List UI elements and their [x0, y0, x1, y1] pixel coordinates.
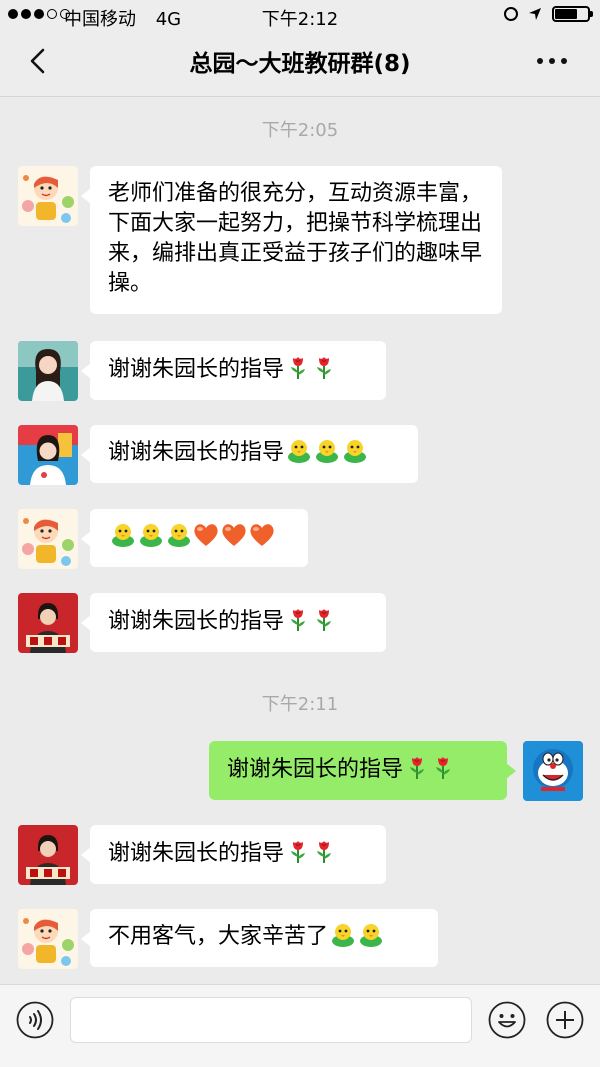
- more-icon[interactable]: [532, 48, 572, 74]
- message-text: 不用客气，大家辛苦了: [108, 924, 329, 949]
- location-icon: [529, 8, 541, 20]
- message-bubble[interactable]: 谢谢朱园长的指导: [81, 341, 386, 400]
- avatar-cartoon-kids[interactable]: [18, 166, 78, 226]
- message-bubble[interactable]: 谢谢朱园长的指导: [81, 425, 418, 483]
- message-text: 老师们准备的很充分，互动资源丰富，下面大家一起努力，把操节科学梳理出来，编排出真…: [108, 181, 483, 296]
- chick-emoji: [358, 922, 384, 948]
- chick-emoji: [166, 522, 192, 548]
- rose-emoji: [286, 838, 310, 864]
- rotation-lock-icon: [504, 7, 518, 21]
- chick-emoji: [110, 522, 136, 548]
- rose-emoji: [312, 606, 336, 632]
- message-text: 谢谢朱园长的指导: [108, 841, 285, 866]
- status-icons: [504, 6, 593, 22]
- heart-emoji: [220, 522, 248, 548]
- plus-icon[interactable]: [546, 1001, 584, 1039]
- my-avatar-doraemon[interactable]: [523, 741, 583, 801]
- rose-emoji: [312, 838, 336, 864]
- avatar-girl-photo[interactable]: [18, 341, 78, 401]
- my-message-bubble[interactable]: 谢谢朱园长的指导: [209, 741, 516, 800]
- avatar-man-photo[interactable]: [18, 593, 78, 653]
- rose-emoji: [431, 754, 455, 780]
- message-input[interactable]: [70, 997, 472, 1043]
- rose-emoji: [286, 606, 310, 632]
- message-text: 谢谢朱园长的指导: [108, 440, 285, 465]
- time-separator: 下午2:11: [261, 694, 339, 715]
- message-text: 谢谢朱园长的指导: [108, 357, 285, 382]
- message-bubble[interactable]: 老师们准备的很充分，互动资源丰富，下面大家一起努力，把操节科学梳理出来，编排出真…: [81, 166, 502, 314]
- chick-emoji: [342, 438, 368, 464]
- message-bubble[interactable]: 不用客气，大家辛苦了: [81, 909, 438, 967]
- avatar-cartoon-kids[interactable]: [18, 509, 78, 569]
- message-bubble[interactable]: [81, 509, 308, 567]
- chick-emoji: [330, 922, 356, 948]
- emoji-icon[interactable]: [488, 1001, 526, 1039]
- time-separator: 下午2:05: [261, 120, 339, 141]
- rose-emoji: [312, 354, 336, 380]
- rose-emoji: [286, 354, 310, 380]
- status-bar: 中国移动 4G 下午2:12: [0, 0, 600, 32]
- input-bar: [0, 984, 600, 1067]
- chick-emoji: [314, 438, 340, 464]
- chick-emoji: [286, 438, 312, 464]
- message-bubble[interactable]: 谢谢朱园长的指导: [81, 593, 386, 652]
- message-bubble[interactable]: 谢谢朱园长的指导: [81, 825, 386, 884]
- battery-icon: [552, 6, 593, 22]
- voice-icon[interactable]: [16, 1001, 54, 1039]
- message-text: 谢谢朱园长的指导: [108, 609, 285, 634]
- heart-emoji: [248, 522, 276, 548]
- message-text: 谢谢朱园长的指导: [227, 757, 404, 782]
- top-bar: 中国移动 4G 下午2:12 总园～大班教研群(8): [0, 0, 600, 97]
- heart-emoji: [192, 522, 220, 548]
- avatar-cartoon-kids[interactable]: [18, 909, 78, 969]
- chat-title: 总园～大班教研群(8): [189, 51, 411, 77]
- rose-emoji: [405, 754, 429, 780]
- chick-emoji: [138, 522, 164, 548]
- avatar-woman-photo[interactable]: [18, 425, 78, 485]
- avatar-man-photo[interactable]: [18, 825, 78, 885]
